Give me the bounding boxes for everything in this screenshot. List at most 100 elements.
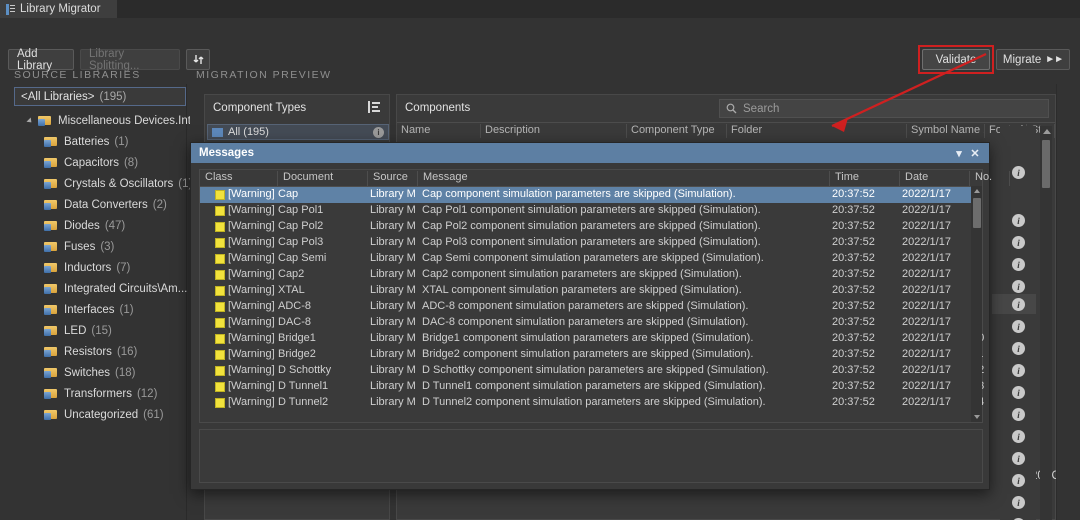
tree-item-count: (8) bbox=[123, 156, 139, 169]
messages-column-header[interactable]: Source bbox=[368, 171, 418, 186]
filter-icon[interactable]: ▾ bbox=[951, 145, 967, 161]
messages-column-header[interactable]: Message bbox=[418, 171, 830, 186]
info-icon[interactable]: i bbox=[1012, 320, 1025, 333]
info-icon[interactable]: i bbox=[1012, 496, 1025, 509]
message-row[interactable]: [Warning] Cap Pol3 Library M Cap Pol3 compo… bbox=[200, 235, 978, 251]
info-icon[interactable]: i bbox=[1012, 298, 1025, 311]
tree-item-interfaces[interactable]: Interfaces (1) bbox=[44, 299, 134, 320]
info-icon[interactable]: i bbox=[1012, 214, 1025, 227]
folder-icon bbox=[44, 136, 58, 147]
components-column-header[interactable]: Symbol Name 1 bbox=[907, 124, 985, 138]
hierarchy-icon[interactable] bbox=[368, 100, 381, 116]
info-icon[interactable]: i bbox=[1012, 280, 1025, 293]
message-row[interactable]: [Warning] Cap Semi Library M Cap Semi compo… bbox=[200, 251, 978, 267]
warning-icon bbox=[215, 302, 225, 312]
tree-item-switches[interactable]: Switches (18) bbox=[44, 362, 135, 383]
message-row[interactable]: [Warning] Bridge1 Library M Bridge1 compone… bbox=[200, 331, 984, 347]
folder-icon bbox=[44, 304, 58, 315]
add-library-button[interactable]: Add Library bbox=[8, 48, 74, 72]
messages-column-header[interactable]: No. bbox=[970, 171, 1010, 186]
swap-button[interactable] bbox=[186, 49, 210, 70]
migrate-button[interactable]: Migrate ►► bbox=[996, 49, 1070, 70]
message-row[interactable]: [Warning] Cap2 Library M Cap2 component sim… bbox=[200, 267, 978, 283]
info-icon[interactable]: i bbox=[1012, 452, 1025, 465]
scrollbar-thumb[interactable] bbox=[972, 198, 981, 228]
tree-item-inductors[interactable]: Inductors (7) bbox=[44, 257, 130, 278]
info-icon[interactable]: i bbox=[1012, 342, 1025, 355]
messages-column-header[interactable]: Document bbox=[278, 171, 368, 186]
message-cell-time: 20:37:52 bbox=[832, 204, 875, 216]
close-icon[interactable]: ✕ bbox=[967, 145, 983, 161]
messages-dialog-titlebar[interactable]: Messages ▾ ✕ bbox=[191, 143, 989, 163]
message-row[interactable]: [Warning] Cap Pol1 Library M Cap Pol1 compo… bbox=[200, 203, 978, 219]
tree-item-uncategorized[interactable]: Uncategorized (61) bbox=[44, 404, 164, 425]
tree-item-count: (16) bbox=[116, 345, 138, 358]
tree-item-label: Fuses bbox=[64, 240, 96, 253]
tab-library-migrator[interactable]: Library Migrator bbox=[0, 0, 117, 18]
tree-item-root-library[interactable]: Miscellaneous Devices.IntLib bbox=[26, 110, 206, 131]
info-icon[interactable]: i bbox=[373, 126, 384, 138]
tree-item-label: Data Converters bbox=[64, 198, 148, 211]
validate-button[interactable]: Validate bbox=[922, 49, 990, 70]
message-cell-time: 20:37:52 bbox=[832, 236, 875, 248]
tree-item-integrated-circuits-am[interactable]: Integrated Circuits\Am... bbox=[44, 278, 187, 299]
message-row[interactable]: [Warning] Cap Pol2 Library M Cap Pol2 compo… bbox=[200, 219, 978, 235]
tree-item-transformers[interactable]: Transformers (12) bbox=[44, 383, 157, 404]
message-row[interactable]: [Warning] D Tunnel2 Library M D Tunnel2 com… bbox=[200, 395, 984, 411]
warning-icon bbox=[215, 238, 225, 248]
message-row[interactable]: [Warning] XTAL Library M XTAL component sim… bbox=[200, 283, 978, 299]
message-cell-time: 20:37:52 bbox=[832, 316, 875, 328]
all-libraries-item[interactable]: <All Libraries> (195) bbox=[14, 87, 186, 106]
info-icon[interactable]: i bbox=[1012, 258, 1025, 271]
info-icon[interactable]: i bbox=[1012, 166, 1025, 179]
tree-item-data-converters[interactable]: Data Converters (2) bbox=[44, 194, 167, 215]
source-libraries-panel: <All Libraries> (195) Miscellaneous Devi… bbox=[0, 84, 206, 520]
message-row[interactable]: [Warning] DAC-8 Library M DAC-8 component s… bbox=[200, 315, 978, 331]
tree-item-crystals-oscillators[interactable]: Crystals & Oscillators (1) bbox=[44, 173, 192, 194]
component-type-all-row[interactable]: All (195) i bbox=[207, 124, 389, 140]
scrollbar-thumb[interactable] bbox=[1042, 140, 1050, 188]
message-row[interactable]: [Warning] Cap Library M Cap component simul… bbox=[200, 187, 978, 203]
scroll-up-arrow-icon[interactable] bbox=[973, 189, 980, 193]
messages-column-header[interactable]: Date bbox=[900, 171, 970, 186]
info-icon[interactable]: i bbox=[1012, 408, 1025, 421]
info-icon[interactable]: i bbox=[1012, 364, 1025, 377]
components-column-header[interactable]: Component Type bbox=[627, 124, 727, 138]
info-icon[interactable]: i bbox=[1012, 474, 1025, 487]
message-cell-class: [Warning] bbox=[228, 316, 275, 328]
message-row[interactable]: [Warning] D Schottky Library M D Schottky c… bbox=[200, 363, 984, 379]
messages-column-header[interactable]: Class bbox=[200, 171, 278, 186]
info-icon[interactable]: i bbox=[1012, 386, 1025, 399]
tree-root-label: Miscellaneous Devices.IntLib bbox=[58, 114, 207, 127]
tree-item-diodes[interactable]: Diodes (47) bbox=[44, 215, 125, 236]
message-cell-source: Library M bbox=[370, 332, 416, 344]
library-splitting-button[interactable]: Library Splitting... bbox=[80, 48, 180, 72]
message-row[interactable]: [Warning] ADC-8 Library M ADC-8 component s… bbox=[200, 299, 978, 315]
message-row[interactable]: [Warning] Bridge2 Library M Bridge2 compone… bbox=[200, 347, 983, 363]
message-cell-message: ADC-8 component simulation parameters ar… bbox=[422, 300, 749, 312]
warning-icon bbox=[215, 350, 225, 360]
components-column-header[interactable]: Folder bbox=[727, 124, 907, 138]
components-column-header[interactable]: Name bbox=[397, 124, 481, 138]
folder-icon bbox=[44, 325, 58, 336]
tree-item-fuses[interactable]: Fuses (3) bbox=[44, 236, 114, 257]
message-row[interactable]: [Warning] D Tunnel1 Library M D Tunnel1 com… bbox=[200, 379, 984, 395]
scroll-up-arrow-icon[interactable] bbox=[1043, 129, 1051, 134]
message-cell-date: 2022/1/17 bbox=[902, 188, 951, 200]
tree-item-led[interactable]: LED (15) bbox=[44, 320, 112, 341]
tree-item-resistors[interactable]: Resistors (16) bbox=[44, 341, 137, 362]
library-migrator-window: Library Migrator Add Library Library Spl… bbox=[0, 0, 1080, 520]
search-input[interactable]: Search bbox=[719, 99, 1049, 118]
info-icon[interactable]: i bbox=[1012, 236, 1025, 249]
tree-item-capacitors[interactable]: Capacitors (8) bbox=[44, 152, 138, 173]
tree-item-batteries[interactable]: Batteries (1) bbox=[44, 131, 128, 152]
warning-icon bbox=[215, 254, 225, 264]
components-vertical-scrollbar[interactable] bbox=[1040, 126, 1052, 520]
folder-icon bbox=[44, 388, 58, 399]
collapse-triangle-icon[interactable] bbox=[26, 116, 36, 126]
components-column-header[interactable]: Description bbox=[481, 124, 627, 138]
scroll-down-arrow-icon[interactable] bbox=[973, 415, 980, 419]
messages-vertical-scrollbar[interactable] bbox=[971, 186, 982, 422]
messages-column-header[interactable]: Time bbox=[830, 171, 900, 186]
info-icon[interactable]: i bbox=[1012, 430, 1025, 443]
